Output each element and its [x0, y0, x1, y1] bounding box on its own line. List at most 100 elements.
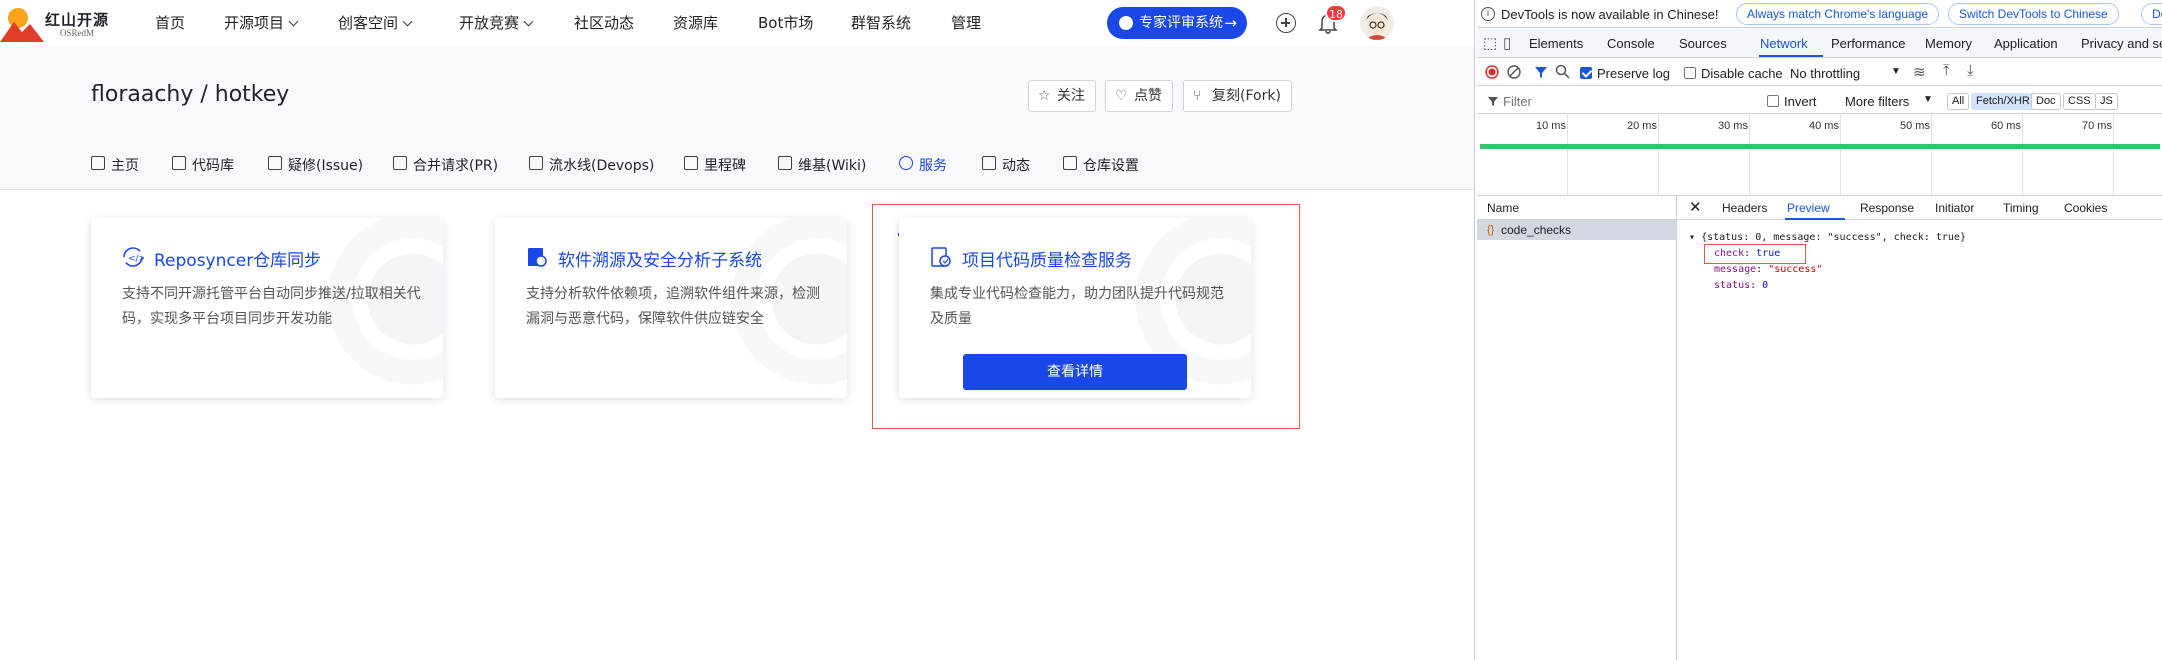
- disable-cache-checkbox[interactable]: [1684, 67, 1696, 79]
- info-icon: i: [1481, 7, 1495, 21]
- nav-maker-space[interactable]: 创客空间: [338, 12, 413, 33]
- request-row[interactable]: {} code_checks: [1477, 220, 1677, 240]
- devtools-panel: i DevTools is now available in Chinese! …: [1477, 0, 2162, 660]
- dont-show-button[interactable]: Don't: [2141, 3, 2162, 25]
- site-logo[interactable]: 红山开源 OSRedM: [0, 6, 110, 42]
- tab-pull-requests[interactable]: 合并请求(PR): [393, 155, 498, 175]
- filter-input[interactable]: Filter: [1503, 94, 1532, 109]
- nav-bot-market[interactable]: Bot市场: [758, 12, 813, 33]
- service-card-software-traceability[interactable]: 软件溯源及安全分析子系统 支持分析软件依赖项，追溯软件组件来源，检测漏洞与恶意代…: [495, 218, 847, 398]
- expert-review-button[interactable]: 专家评审系统 →: [1107, 7, 1247, 39]
- tab-devops[interactable]: 流水线(Devops): [529, 155, 654, 175]
- filter-icon[interactable]: [1534, 65, 1548, 79]
- card-description: 支持不同开源托管平台自动同步推送/拉取相关代码，实现多平台项目同步开发功能: [122, 286, 421, 327]
- timeline-tick: 20 ms: [1627, 120, 1657, 132]
- nav-open-projects[interactable]: 开源项目: [224, 12, 299, 33]
- nav-home[interactable]: 首页: [155, 12, 185, 33]
- tab-home[interactable]: 主页: [91, 155, 139, 175]
- inspect-icon[interactable]: ⬚: [1483, 34, 1497, 52]
- nav-admin[interactable]: 管理: [951, 12, 981, 33]
- tab-cookies[interactable]: Cookies: [2064, 201, 2107, 215]
- like-button[interactable]: ♡ 点赞: [1105, 80, 1173, 112]
- match-language-button[interactable]: Always match Chrome's language: [1736, 3, 1940, 25]
- tab-issues[interactable]: 疑修(Issue): [268, 155, 363, 175]
- timeline-tick: 50 ms: [1900, 120, 1930, 132]
- card-description: 支持分析软件依赖项，追溯软件组件来源，检测漏洞与恶意代码，保障软件供应链安全: [526, 286, 820, 327]
- tab-application[interactable]: Application: [1994, 36, 2058, 51]
- device-toolbar-icon[interactable]: ▯: [1503, 34, 1511, 52]
- pipeline-icon: [529, 156, 543, 170]
- activity-icon: [982, 156, 996, 170]
- service-icon: [899, 156, 913, 170]
- tab-network[interactable]: Network: [1760, 36, 1808, 51]
- expand-triangle-icon[interactable]: ▾: [1689, 232, 1695, 243]
- name-column-header[interactable]: Name: [1477, 196, 1677, 220]
- fork-button[interactable]: ⑂ 复刻(Fork): [1183, 80, 1292, 112]
- highlight-box: [1704, 244, 1806, 264]
- tab-services[interactable]: 服务: [899, 155, 947, 175]
- tab-settings[interactable]: 仓库设置: [1063, 155, 1139, 175]
- timeline-tick: 70 ms: [2082, 120, 2112, 132]
- filter-chip-js[interactable]: JS: [2095, 93, 2118, 110]
- top-navbar: 红山开源 OSRedM 首页 开源项目 创客空间 开放竞赛 社区动态 资源库 B…: [0, 0, 1474, 46]
- network-conditions-icon[interactable]: ≋: [1913, 63, 1926, 81]
- clear-icon[interactable]: [1507, 65, 1521, 79]
- tab-sources[interactable]: Sources: [1679, 36, 1727, 51]
- network-toolbar: Preserve log Disable cache No throttling…: [1477, 58, 2162, 86]
- tab-response[interactable]: Response: [1860, 201, 1914, 215]
- nav-resources[interactable]: 资源库: [673, 12, 718, 33]
- network-timeline[interactable]: 10 ms 20 ms 30 ms 40 ms 50 ms 60 ms 70 m…: [1477, 114, 2162, 196]
- record-icon[interactable]: [1485, 65, 1499, 79]
- filter-chip-css[interactable]: CSS: [2063, 93, 2096, 110]
- tab-headers[interactable]: Headers: [1722, 201, 1767, 215]
- chevron-down-icon: [288, 16, 299, 27]
- timeline-request-bar: [1480, 144, 2160, 149]
- service-card-reposyncer[interactable]: </> Reposyncer仓库同步 支持不同开源托管平台自动同步推送/拉取相关…: [91, 218, 443, 398]
- nav-community[interactable]: 社区动态: [574, 12, 634, 33]
- upload-icon[interactable]: ⤒: [1943, 62, 1950, 79]
- tab-preview[interactable]: Preview: [1787, 201, 1830, 215]
- tab-activity[interactable]: 动态: [982, 155, 1030, 175]
- preserve-log-checkbox[interactable]: [1580, 67, 1592, 79]
- tab-milestones[interactable]: 里程碑: [684, 155, 746, 175]
- throttling-select[interactable]: No throttling: [1790, 66, 1860, 81]
- preserve-log-label: Preserve log: [1597, 66, 1670, 81]
- filter-chip-doc[interactable]: Doc: [2031, 93, 2061, 110]
- watch-button[interactable]: ☆ 关注: [1028, 80, 1096, 112]
- tab-memory[interactable]: Memory: [1925, 36, 1972, 51]
- tab-timing[interactable]: Timing: [2003, 201, 2039, 215]
- mountain-logo-icon: [0, 8, 44, 42]
- timeline-tick: 10 ms: [1536, 120, 1566, 132]
- close-icon[interactable]: ✕: [1689, 198, 1702, 216]
- tab-console[interactable]: Console: [1607, 36, 1655, 51]
- repo-header: floraachy / hotkey ☆ 关注 ♡ 点赞 ⑂ 复刻(Fork) 主页 …: [0, 46, 1474, 236]
- search-icon[interactable]: [1555, 64, 1570, 79]
- filter-chip-all[interactable]: All: [1947, 93, 1970, 110]
- card-title: 软件溯源及安全分析子系统: [558, 251, 762, 271]
- tab-elements[interactable]: Elements: [1529, 36, 1583, 51]
- tab-performance[interactable]: Performance: [1831, 36, 1905, 51]
- tab-initiator[interactable]: Initiator: [1935, 201, 1974, 215]
- tab-code[interactable]: 代码库: [172, 155, 234, 175]
- chevron-down-icon: [402, 16, 413, 27]
- nav-swarm-system[interactable]: 群智系统: [851, 12, 911, 33]
- repo-title[interactable]: floraachy / hotkey: [91, 82, 289, 107]
- download-icon[interactable]: ⤓: [1967, 62, 1974, 79]
- issue-icon: [268, 156, 282, 170]
- switch-chinese-button[interactable]: Switch DevTools to Chinese: [1948, 3, 2119, 25]
- plus-icon[interactable]: [1276, 13, 1296, 33]
- filter-chip-fetch-xhr[interactable]: Fetch/XHR: [1971, 93, 2035, 110]
- card-title: Reposyncer仓库同步: [154, 251, 322, 271]
- arrow-right-icon: →: [1224, 14, 1237, 32]
- flag-icon: [684, 156, 698, 170]
- avatar[interactable]: [1360, 6, 1394, 40]
- json-summary-row[interactable]: ▾ {status: 0, message: "success", check:…: [1689, 232, 1966, 243]
- disable-cache-label: Disable cache: [1701, 66, 1783, 81]
- more-filters-button[interactable]: More filters: [1845, 94, 1909, 109]
- notification-badge: 18: [1325, 4, 1347, 22]
- tab-privacy[interactable]: Privacy and se: [2081, 36, 2162, 51]
- chevron-down-icon[interactable]: ▼: [1891, 66, 1901, 77]
- nav-competitions[interactable]: 开放竞赛: [459, 12, 534, 33]
- tab-wiki[interactable]: 维基(Wiki): [778, 155, 866, 175]
- invert-checkbox[interactable]: [1767, 95, 1779, 107]
